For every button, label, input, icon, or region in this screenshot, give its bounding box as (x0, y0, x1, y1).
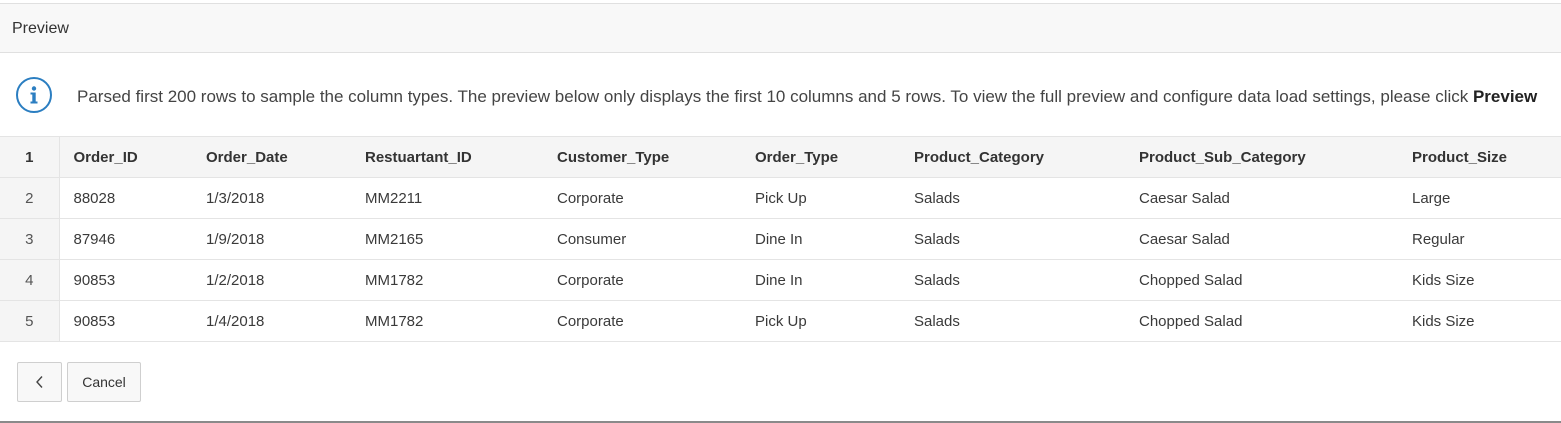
row-number: 4 (0, 259, 60, 301)
table-cell: Regular (1398, 218, 1561, 260)
preview-panel-header: Preview (0, 3, 1561, 53)
table-cell: Salads (900, 300, 1125, 342)
table-body: 1 Order_ID Order_Date Restuartant_ID Cus… (0, 136, 1561, 342)
column-header: Order_ID (59, 136, 192, 178)
table-row: 4 90853 1/2/2018 MM1782 Corporate Dine In Sala… (0, 259, 1561, 301)
info-message-emphasis: Preview (1472, 87, 1538, 106)
column-header: Product_Size (1398, 136, 1561, 178)
column-header: Customer_Type (543, 136, 741, 178)
table-cell: Consumer (543, 218, 741, 260)
preview-table: 1 Order_ID Order_Date Restuartant_ID Cus… (0, 136, 1561, 342)
table-cell: Chopped Salad (1125, 259, 1398, 301)
table-cell: 1/2/2018 (192, 259, 351, 301)
table-row: 5 90853 1/4/2018 MM1782 Corporate Pick Up Sala… (0, 300, 1561, 342)
table-cell: MM2165 (351, 218, 543, 260)
column-header: Restuartant_ID (351, 136, 543, 178)
chevron-left-icon (35, 376, 43, 388)
table-cell: Kids Size (1398, 259, 1561, 301)
table-cell: Corporate (543, 259, 741, 301)
table-cell: 1/3/2018 (192, 177, 351, 219)
table-cell: Chopped Salad (1125, 300, 1398, 342)
panel-title: Preview (12, 20, 69, 37)
info-message: Parsed first 200 rows to sample the colu… (77, 87, 1537, 107)
info-message-bar: Parsed first 200 rows to sample the colu… (0, 54, 1561, 136)
table-cell: Kids Size (1398, 300, 1561, 342)
table-row: 3 87946 1/9/2018 MM2165 Consumer Dine In Salad… (0, 218, 1561, 260)
table-cell: MM1782 (351, 300, 543, 342)
column-header: Order_Date (192, 136, 351, 178)
row-number: 5 (0, 300, 60, 342)
info-circle-icon (16, 77, 52, 113)
table-cell: 87946 (59, 218, 192, 260)
table-header-row: 1 Order_ID Order_Date Restuartant_ID Cus… (0, 136, 1561, 178)
column-header: Order_Type (741, 136, 900, 178)
table-cell: Pick Up (741, 300, 900, 342)
table-cell: 1/4/2018 (192, 300, 351, 342)
table-cell: MM1782 (351, 259, 543, 301)
table-cell: Dine In (741, 259, 900, 301)
table-cell: Salads (900, 259, 1125, 301)
table-cell: Salads (900, 177, 1125, 219)
table-cell: Corporate (543, 300, 741, 342)
table-cell: Caesar Salad (1125, 218, 1398, 260)
row-number: 1 (0, 136, 60, 178)
row-number: 2 (0, 177, 60, 219)
table-cell: Pick Up (741, 177, 900, 219)
table-cell: 90853 (59, 300, 192, 342)
table-cell: 88028 (59, 177, 192, 219)
cancel-button[interactable]: Cancel (67, 362, 141, 402)
table-cell: Caesar Salad (1125, 177, 1398, 219)
table-row: 2 88028 1/3/2018 MM2211 Corporate Pick Up Sala… (0, 177, 1561, 219)
table-cell: MM2211 (351, 177, 543, 219)
back-button[interactable] (17, 362, 62, 402)
table-cell: Corporate (543, 177, 741, 219)
table-cell: 1/9/2018 (192, 218, 351, 260)
info-message-text: Parsed first 200 rows to sample the colu… (77, 87, 1473, 106)
column-header: Product_Category (900, 136, 1125, 178)
table-cell: Salads (900, 218, 1125, 260)
table-cell: Dine In (741, 218, 900, 260)
column-header: Product_Sub_Category (1125, 136, 1398, 178)
table-cell: Large (1398, 177, 1561, 219)
row-number: 3 (0, 218, 60, 260)
table-cell: 90853 (59, 259, 192, 301)
